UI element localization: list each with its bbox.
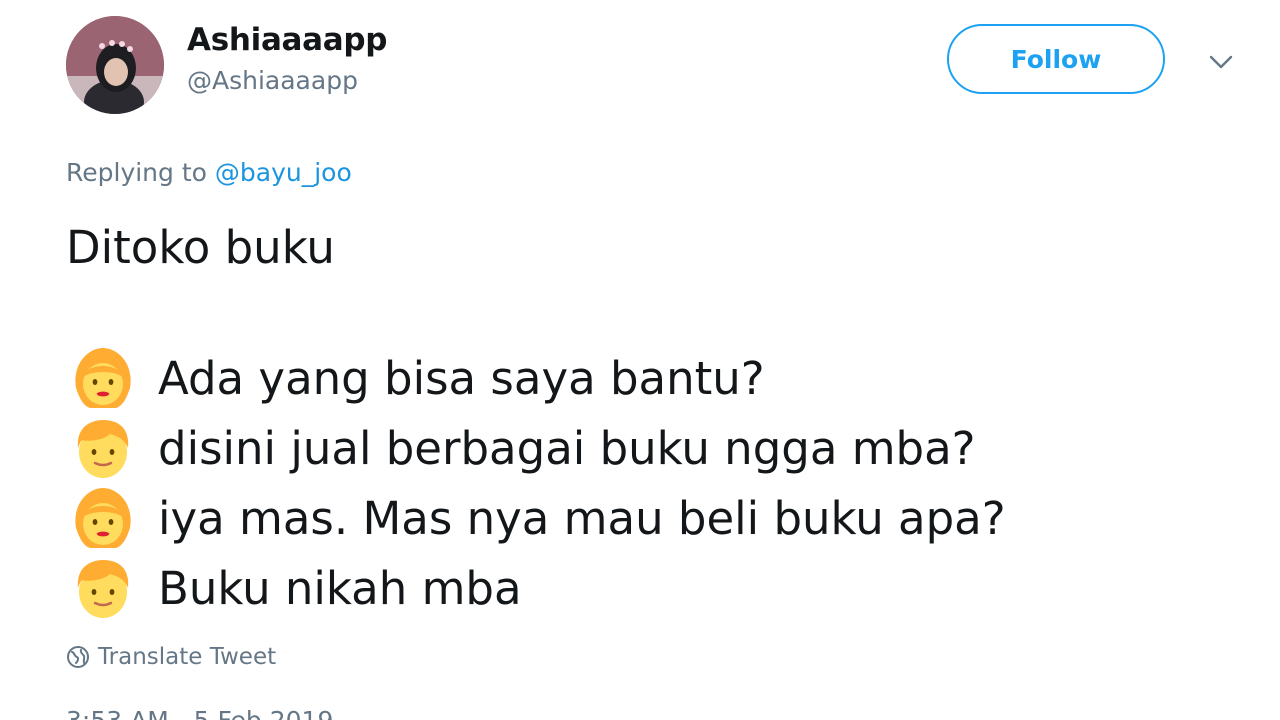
- display-name[interactable]: Ashiaaaapp: [187, 20, 388, 60]
- tweet-card: Ashiaaaapp @Ashiaaaapp Follow Replying t…: [0, 0, 1280, 720]
- dialog-line-text: Buku nikah mba: [158, 562, 522, 615]
- reply-mention-link[interactable]: @bayu_joo: [215, 158, 352, 187]
- dialog-line-text: Ada yang bisa saya bantu?: [158, 352, 765, 405]
- chevron-down-icon[interactable]: [1206, 48, 1236, 76]
- globe-icon: [67, 646, 89, 668]
- translate-tweet-link[interactable]: Translate Tweet: [66, 644, 276, 670]
- boy-emoji-icon: [77, 420, 129, 478]
- user-handle[interactable]: @Ashiaaaapp: [187, 64, 387, 98]
- translate-label: Translate Tweet: [98, 644, 277, 670]
- dialog-line: Buku nikah mba: [66, 554, 1006, 624]
- tweet-text: Ditoko buku: [66, 221, 335, 274]
- follow-button[interactable]: Follow: [947, 24, 1165, 94]
- woman-emoji-icon: [75, 348, 131, 408]
- boy-emoji-icon: [77, 560, 129, 618]
- user-names: Ashiaaaapp @Ashiaaaapp: [187, 20, 388, 98]
- dialog-line: disini jual berbagai buku ngga mba?: [66, 414, 1006, 484]
- dialog-line: iya mas. Mas nya mau beli buku apa?: [66, 484, 1006, 554]
- dialog-line-text: iya mas. Mas nya mau beli buku apa?: [158, 492, 1006, 545]
- replying-to: Replying to @bayu_joo: [66, 156, 352, 190]
- tweet-timestamp[interactable]: 3:53 AM - 5 Feb 2019: [66, 704, 333, 720]
- dialog-line: Ada yang bisa saya bantu?: [66, 344, 1006, 414]
- dialog-line-text: disini jual berbagai buku ngga mba?: [158, 422, 976, 475]
- replying-prefix: Replying to: [66, 158, 207, 187]
- tweet-dialog: Ada yang bisa saya bantu? disini jual be…: [66, 344, 1006, 624]
- woman-emoji-icon: [75, 488, 131, 548]
- avatar[interactable]: [66, 16, 164, 114]
